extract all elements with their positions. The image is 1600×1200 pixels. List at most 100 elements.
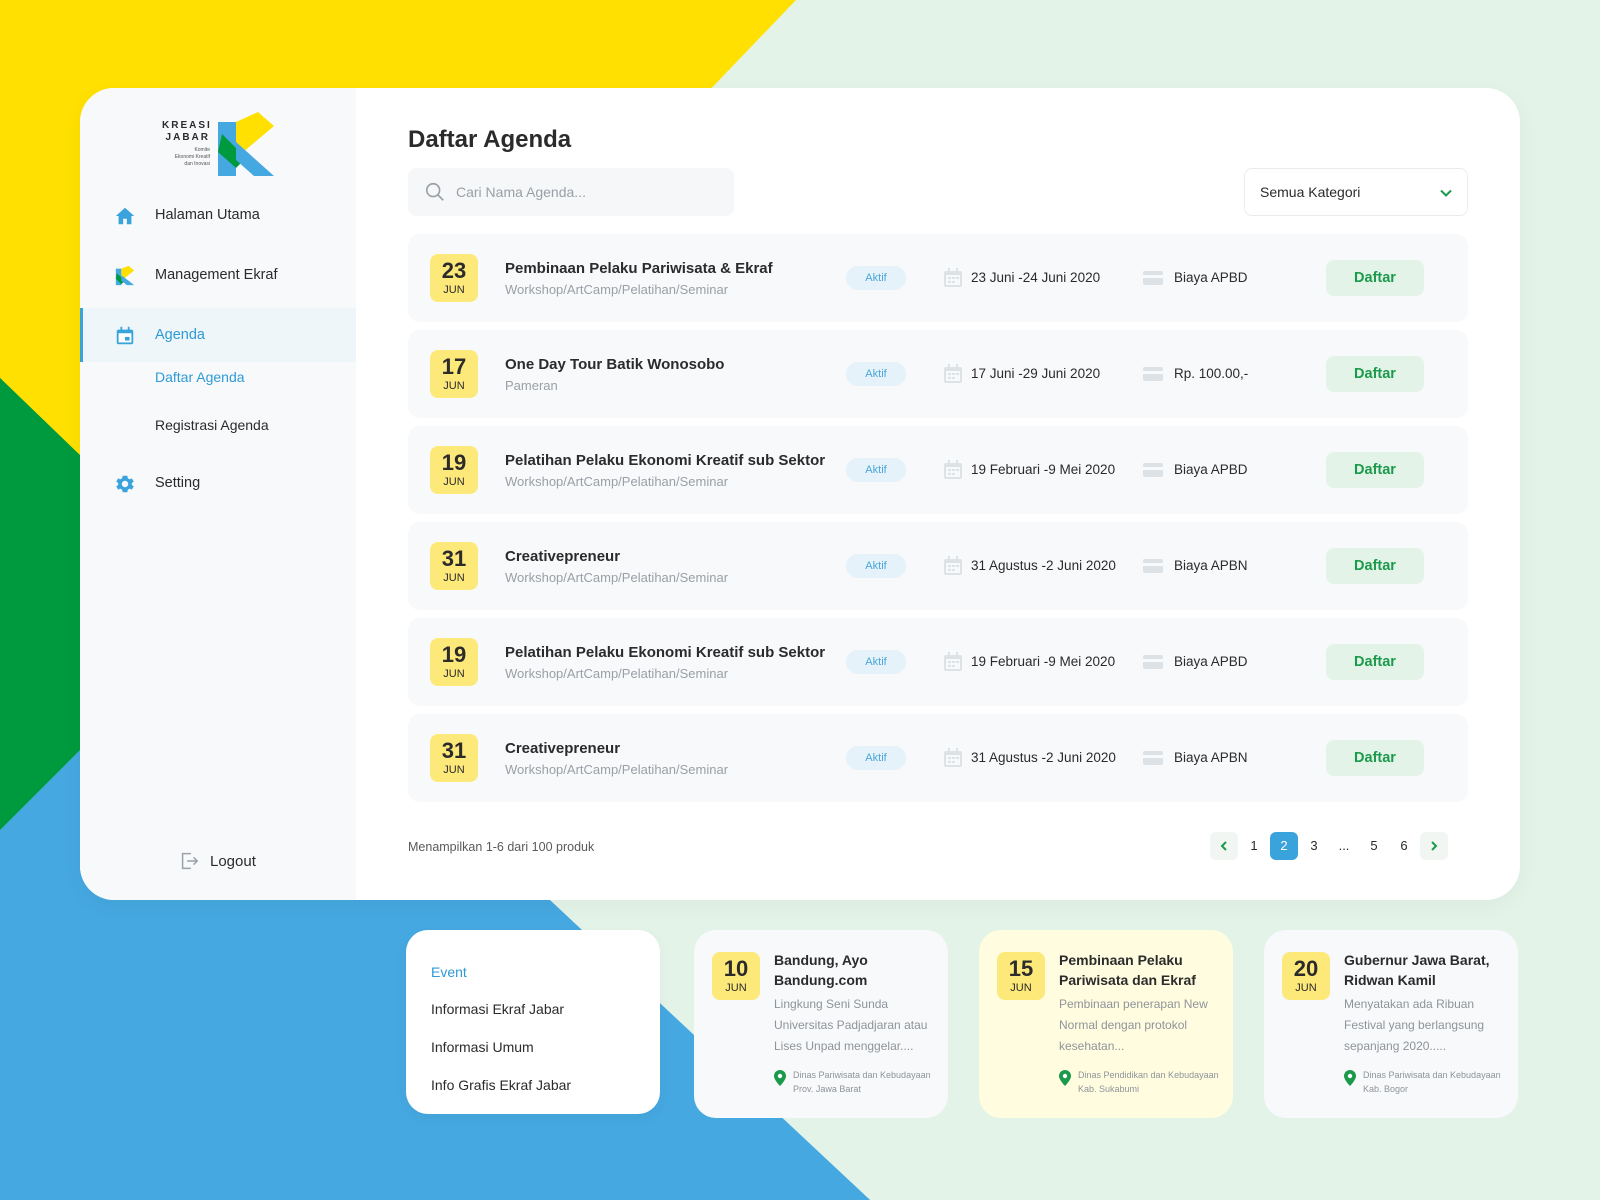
status-badge: Aktif — [846, 362, 906, 386]
next-page-button[interactable] — [1420, 832, 1448, 860]
menu-item-event[interactable]: Event — [431, 964, 467, 980]
logout-icon — [181, 852, 199, 870]
page-1-button[interactable]: 1 — [1240, 832, 1268, 860]
daftar-button[interactable]: Daftar — [1326, 644, 1424, 680]
agenda-category: Workshop/ArtCamp/Pelatihan/Seminar — [505, 762, 729, 777]
sidebar-subitem-registrasi-agenda[interactable]: Registrasi Agenda — [155, 417, 269, 433]
home-icon — [115, 207, 135, 225]
kreasi-jabar-logo[interactable]: KREASI JABAR Komite Ekonomi Kreatif dan … — [162, 112, 274, 176]
agenda-row[interactable]: 31 JUN Creativepreneur Workshop/ArtCamp/P… — [408, 714, 1468, 802]
results-count: Menampilkan 1-6 dari 100 produk — [408, 840, 595, 854]
page-6-button[interactable]: 6 — [1390, 832, 1418, 860]
agenda-row[interactable]: 31 JUN Creativepreneur Workshop/ArtCamp/P… — [408, 522, 1468, 610]
agenda-cost: Biaya APBD — [1174, 462, 1248, 477]
agenda-period: 19 Februari -9 Mei 2020 — [971, 654, 1116, 669]
calendar-icon — [944, 268, 962, 287]
news-excerpt: Menyatakan ada Ribuan Festival yang berl… — [1344, 997, 1485, 1053]
status-badge: Aktif — [846, 266, 906, 290]
agenda-row[interactable]: 19 JUN Pelatihan Pelaku Ekonomi Kreatif s… — [408, 618, 1468, 706]
status-badge: Aktif — [846, 554, 906, 578]
calendar-icon — [944, 652, 962, 671]
news-card[interactable]: 20 JUN Gubernur Jawa Barat, Ridwan Kamil … — [1264, 930, 1518, 1118]
date-day: 31 — [441, 738, 467, 763]
date-month: JUN — [443, 284, 465, 296]
logo-word-kreasi: KREASI — [162, 120, 212, 131]
page-3-button[interactable]: 3 — [1300, 832, 1328, 860]
daftar-button[interactable]: Daftar — [1326, 452, 1424, 488]
calendar-icon — [944, 556, 962, 575]
agenda-row[interactable]: 17 JUN One Day Tour Batik Wonosobo Pamera… — [408, 330, 1468, 418]
logo-tagline-2: Ekonomi Kreatif — [174, 154, 210, 160]
date-month: JUN — [443, 572, 465, 584]
date-badge: 20 JUN — [1282, 952, 1330, 1000]
logo-text: KREASI JABAR Komite Ekonomi Kreatif dan … — [162, 120, 210, 168]
date-day: 19 — [441, 450, 467, 475]
date-badge: 15 JUN — [997, 952, 1045, 1000]
sidebar-item-home[interactable]: Halaman Utama — [80, 188, 356, 242]
chevron-right-icon — [1431, 841, 1438, 851]
sidebar-item-label: Halaman Utama — [155, 207, 260, 223]
agenda-row[interactable]: 23 JUN Pembinaan Pelaku Pariwisata & Ekra… — [408, 234, 1468, 322]
daftar-button[interactable]: Daftar — [1326, 548, 1424, 584]
agenda-cost: Biaya APBN — [1174, 750, 1248, 765]
category-select[interactable]: Semua Kategori — [1244, 168, 1468, 216]
date-day: 10 — [723, 956, 749, 981]
news-card[interactable]: 15 JUN Pembinaan Pelaku Pariwisata dan Ek… — [979, 930, 1233, 1118]
news-card[interactable]: 10 JUN Bandung, Ayo Bandung.com Lingkung … — [694, 930, 948, 1118]
sidebar: KREASI JABAR Komite Ekonomi Kreatif dan … — [80, 88, 356, 900]
sidebar-item-label: Management Ekraf — [155, 267, 278, 283]
category-value: Semua Kategori — [1260, 184, 1361, 200]
page-5-button[interactable]: 5 — [1360, 832, 1388, 860]
date-day: 23 — [441, 258, 467, 283]
daftar-button[interactable]: Daftar — [1326, 740, 1424, 776]
search-icon — [425, 182, 444, 201]
chevron-left-icon — [1220, 841, 1227, 851]
date-month: JUN — [443, 764, 465, 776]
news-excerpt: Lingkung Seni Sunda Universitas Padjadja… — [774, 997, 928, 1053]
news-excerpt: Pembinaan penerapan New Normal dengan pr… — [1059, 997, 1208, 1053]
calendar-icon — [944, 748, 962, 767]
agenda-row[interactable]: 19 JUN Pelatihan Pelaku Ekonomi Kreatif s… — [408, 426, 1468, 514]
gear-icon — [116, 475, 134, 493]
logout-button[interactable]: Logout — [178, 850, 256, 872]
location-pin-icon — [1344, 1070, 1356, 1086]
menu-item-informasi-umum[interactable]: Informasi Umum — [431, 1039, 534, 1055]
credit-card-icon — [1143, 271, 1163, 285]
page-2-button[interactable]: 2 — [1270, 832, 1298, 860]
agenda-period: 31 Agustus -2 Juni 2020 — [971, 558, 1116, 573]
agenda-period: 31 Agustus -2 Juni 2020 — [971, 750, 1116, 765]
chevron-down-icon — [1440, 189, 1452, 197]
daftar-button[interactable]: Daftar — [1326, 356, 1424, 392]
main-panel: KREASI JABAR Komite Ekonomi Kreatif dan … — [80, 88, 1520, 900]
news-location: Dinas Pendidikan dan Kebudayaan Kab. Suk… — [1078, 1070, 1219, 1094]
calendar-icon — [116, 326, 134, 345]
credit-card-icon — [1143, 559, 1163, 573]
date-badge: 23 JUN — [430, 254, 478, 302]
prev-page-button[interactable] — [1210, 832, 1238, 860]
menu-item-informasi-ekraf[interactable]: Informasi Ekraf Jabar — [431, 1001, 564, 1017]
page-title: Daftar Agenda — [408, 126, 572, 153]
search-input[interactable] — [456, 178, 716, 206]
date-badge: 10 JUN — [712, 952, 760, 1000]
info-menu: Event Informasi Ekraf Jabar Informasi Um… — [406, 930, 660, 1114]
date-month: JUN — [1010, 982, 1032, 994]
sidebar-item-agenda[interactable]: Agenda — [80, 308, 356, 362]
date-badge: 19 JUN — [430, 446, 478, 494]
sidebar-subitem-daftar-agenda[interactable]: Daftar Agenda — [155, 369, 245, 385]
sidebar-item-label: Agenda — [155, 327, 205, 343]
date-day: 20 — [1293, 956, 1319, 981]
date-badge: 31 JUN — [430, 734, 478, 782]
sidebar-item-setting[interactable]: Setting — [80, 456, 356, 510]
date-day: 31 — [441, 546, 467, 571]
date-badge: 31 JUN — [430, 542, 478, 590]
agenda-title: Pelatihan Pelaku Ekonomi Kreatif sub Sek… — [505, 644, 826, 661]
daftar-button[interactable]: Daftar — [1326, 260, 1424, 296]
ekraf-logo-icon — [115, 265, 135, 286]
sidebar-item-management-ekraf[interactable]: Management Ekraf — [80, 248, 356, 302]
logout-label: Logout — [210, 852, 256, 870]
date-badge: 19 JUN — [430, 638, 478, 686]
menu-item-info-grafis[interactable]: Info Grafis Ekraf Jabar — [431, 1077, 571, 1093]
credit-card-icon — [1143, 655, 1163, 669]
location-pin-icon — [1059, 1070, 1071, 1086]
agenda-title: Creativepreneur — [505, 548, 621, 565]
